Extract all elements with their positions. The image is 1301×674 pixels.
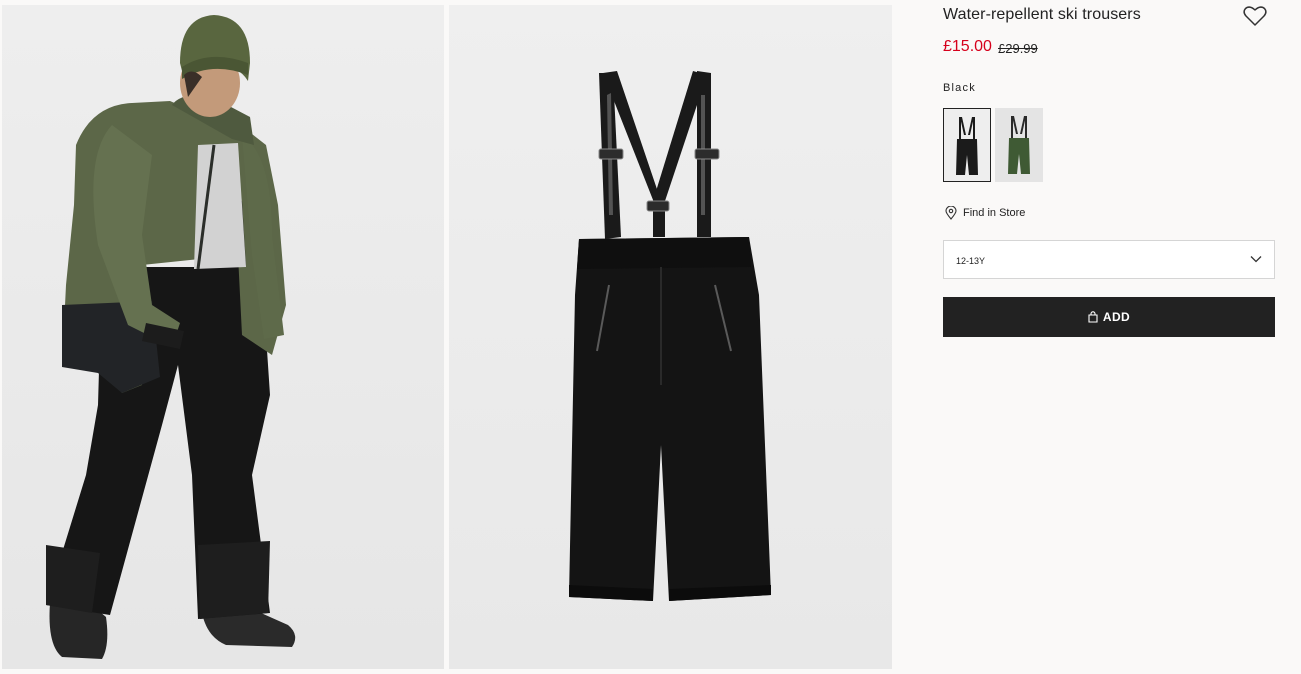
add-to-bag-button[interactable]: ADD — [943, 297, 1275, 337]
product-photo[interactable] — [449, 5, 892, 669]
child-model-image — [46, 15, 296, 659]
size-select-value: 12-13Y — [956, 256, 986, 266]
model-photo[interactable] — [2, 5, 444, 669]
product-title: Water-repellent ski trousers — [943, 6, 1141, 23]
original-price: £29.99 — [998, 41, 1038, 56]
sale-price: £15.00 — [943, 38, 992, 55]
ski-trousers-image — [569, 71, 771, 601]
color-swatch-green[interactable] — [995, 108, 1043, 182]
shopping-bag-icon — [1088, 311, 1098, 323]
find-in-store-label: Find in Store — [963, 207, 1026, 219]
add-button-label: ADD — [1102, 310, 1131, 324]
heart-icon[interactable] — [1243, 5, 1267, 27]
selected-color-name: Black — [943, 82, 976, 94]
size-select[interactable]: 12-13Y — [943, 240, 1275, 279]
location-pin-icon — [945, 206, 957, 220]
color-swatch-black[interactable] — [943, 108, 991, 182]
find-in-store-link[interactable]: Find in Store — [945, 206, 1025, 220]
chevron-down-icon — [1250, 256, 1262, 263]
